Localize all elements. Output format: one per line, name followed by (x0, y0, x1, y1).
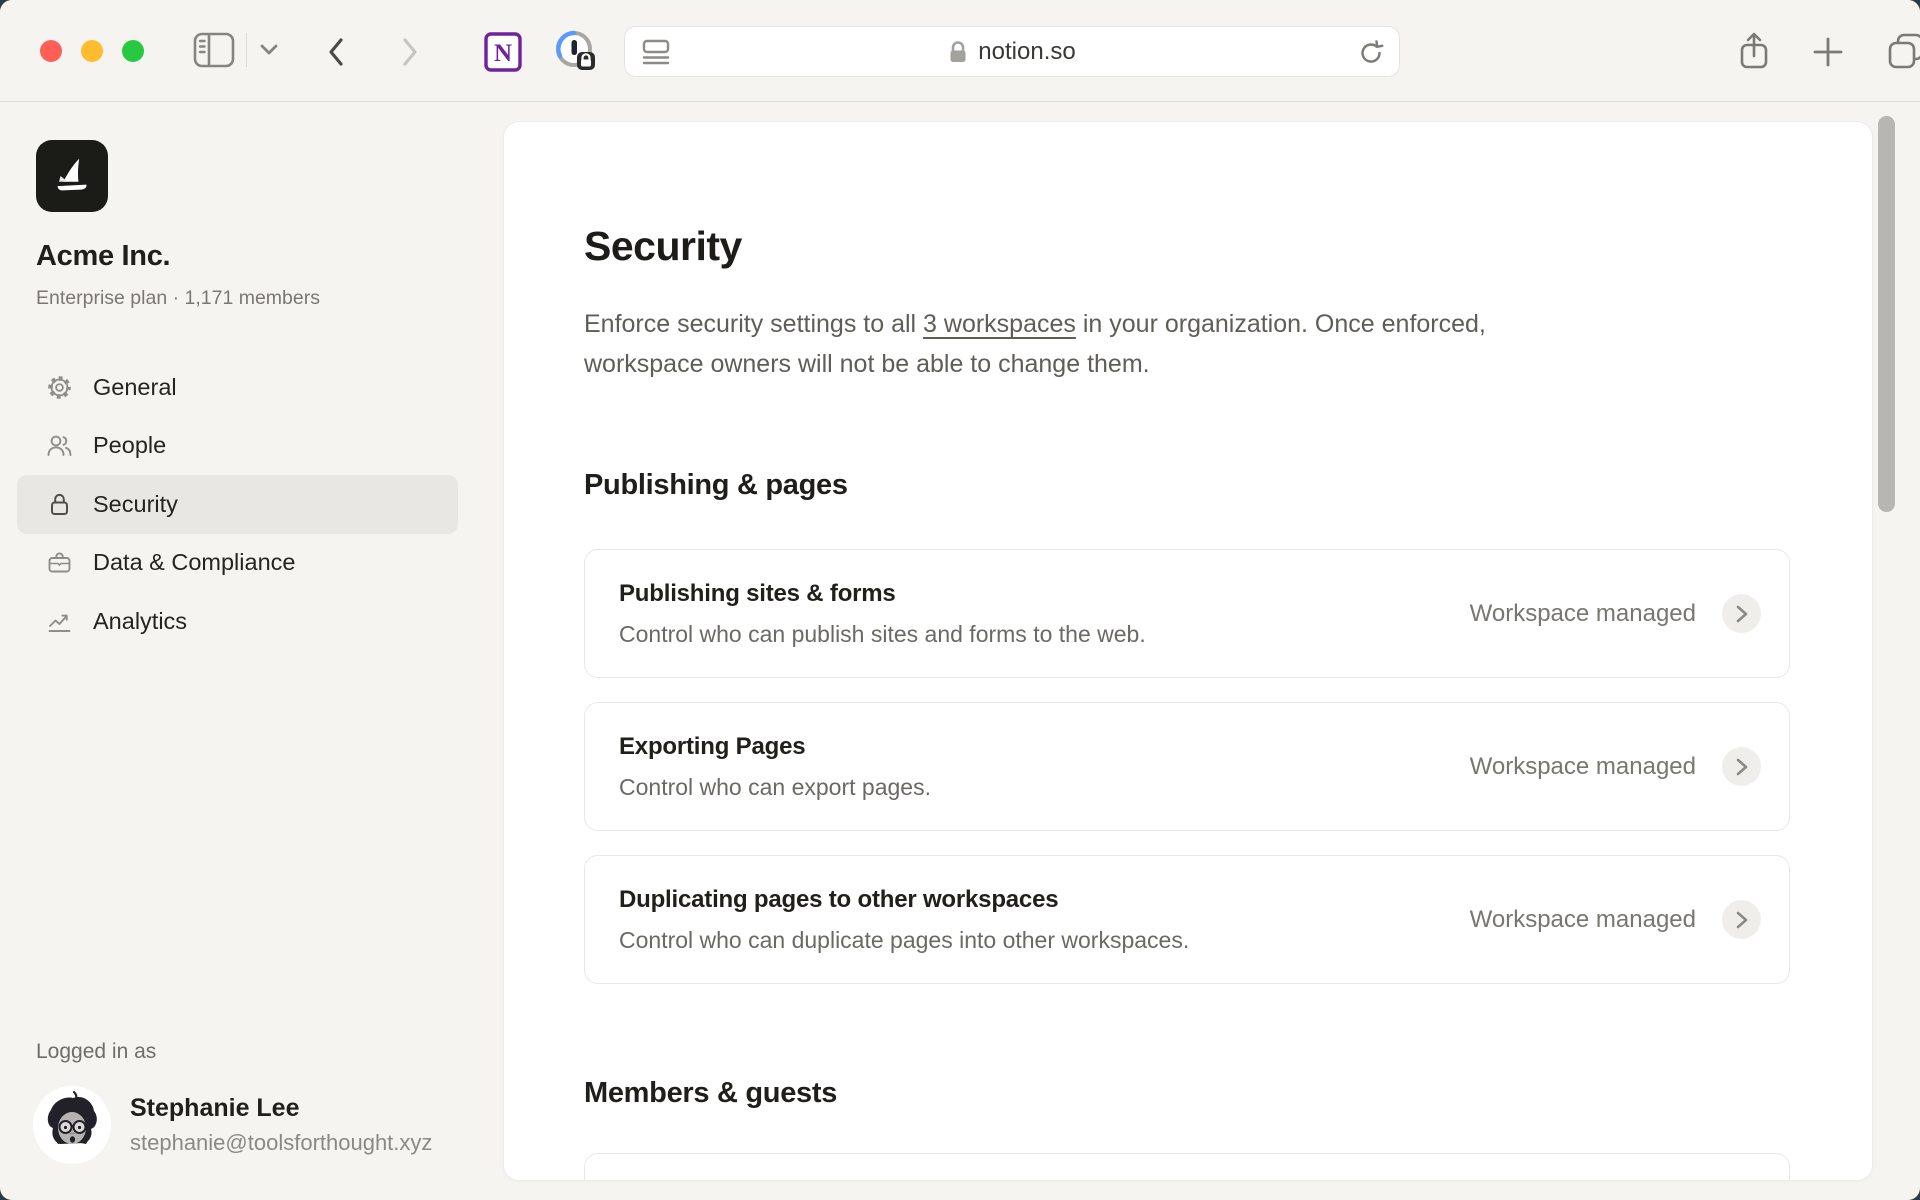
chevron-down-icon[interactable] (257, 42, 281, 58)
status-badge: Workspace managed (1470, 600, 1696, 628)
sidebar-item-label: Data & Compliance (93, 549, 295, 576)
org-plan-meta: Enterprise plan · 1,171 members (36, 287, 320, 310)
back-button[interactable] (322, 36, 352, 68)
onepassword-extension-icon[interactable] (553, 28, 599, 74)
safari-window: N (0, 0, 1920, 1200)
minimize-window-button[interactable] (81, 40, 103, 62)
toolbar-divider (246, 33, 247, 67)
user-avatar[interactable] (33, 1086, 111, 1164)
setting-card-partial[interactable] (584, 1153, 1790, 1181)
page-format-icon[interactable] (640, 37, 672, 67)
desktop-backdrop: N (0, 0, 1920, 1200)
share-icon[interactable] (1736, 30, 1772, 72)
section-heading-publishing: Publishing & pages (584, 468, 1790, 503)
page-title: Security (584, 222, 1790, 270)
org-logo[interactable] (36, 140, 108, 212)
sidebar-item-analytics[interactable]: Analytics (17, 592, 458, 651)
briefcase-icon (46, 549, 73, 576)
sidebar-item-label: Analytics (93, 608, 187, 635)
padlock-icon (948, 40, 968, 64)
address-bar[interactable]: notion.so (624, 26, 1400, 77)
card-title: Publishing sites & forms (619, 580, 1146, 608)
sidebar-item-data-compliance[interactable]: Data & Compliance (17, 534, 458, 593)
trend-chart-icon (46, 608, 73, 635)
forward-button[interactable] (394, 36, 424, 68)
chevron-right-button[interactable] (1722, 594, 1761, 633)
gear-icon (46, 374, 73, 401)
sailboat-icon (49, 153, 95, 199)
svg-text:N: N (494, 40, 512, 67)
sidebar-item-label: Security (93, 491, 178, 518)
sidebar-item-people[interactable]: People (17, 417, 458, 476)
sidebar-item-security[interactable]: Security (17, 475, 458, 534)
intro-text: Enforce security settings to all 3 works… (584, 304, 1529, 384)
settings-sidebar: Acme Inc. Enterprise plan · 1,171 member… (0, 102, 503, 1200)
sidebar-item-label: General (93, 374, 177, 401)
scrollbar-thumb[interactable] (1878, 116, 1895, 512)
status-badge: Workspace managed (1470, 753, 1696, 781)
reload-icon[interactable] (1357, 39, 1385, 67)
user-email: stephanie@toolsforthought.xyz (130, 1130, 432, 1156)
publishing-cards: Publishing sites & forms Control who can… (584, 549, 1790, 984)
notion-extension-icon[interactable]: N (482, 30, 524, 74)
lock-icon (46, 491, 73, 518)
browser-toolbar: N (0, 0, 1920, 102)
tab-overview-icon[interactable] (1886, 32, 1920, 70)
new-tab-icon[interactable] (1812, 36, 1844, 68)
sidebar-item-label: People (93, 432, 166, 459)
card-title: Exporting Pages (619, 733, 931, 761)
close-window-button[interactable] (40, 40, 62, 62)
card-description: Control who can export pages. (619, 774, 931, 801)
setting-card-exporting-pages[interactable]: Exporting Pages Control who can export p… (584, 702, 1790, 831)
zoom-window-button[interactable] (122, 40, 144, 62)
people-icon (46, 432, 73, 459)
setting-card-publishing-sites[interactable]: Publishing sites & forms Control who can… (584, 549, 1790, 678)
status-badge: Workspace managed (1470, 906, 1696, 934)
card-description: Control who can publish sites and forms … (619, 621, 1146, 648)
card-description: Control who can duplicate pages into oth… (619, 927, 1189, 954)
section-heading-members: Members & guests (584, 1076, 1790, 1111)
sidebar-item-general[interactable]: General (17, 358, 458, 417)
logged-in-as-label: Logged in as (36, 1040, 156, 1064)
card-title: Duplicating pages to other workspaces (619, 886, 1189, 914)
workspaces-link[interactable]: 3 workspaces (923, 310, 1076, 338)
chevron-right-button[interactable] (1722, 747, 1761, 786)
org-name: Acme Inc. (36, 240, 170, 273)
url-text[interactable]: notion.so (978, 38, 1075, 66)
sidebar-toggle-icon[interactable] (192, 30, 236, 70)
user-name: Stephanie Lee (130, 1094, 300, 1123)
setting-card-duplicating-pages[interactable]: Duplicating pages to other workspaces Co… (584, 855, 1790, 984)
security-settings-panel: Security Enforce security settings to al… (503, 121, 1873, 1181)
sidebar-nav: General People (17, 358, 458, 651)
chevron-right-button[interactable] (1722, 900, 1761, 939)
intro-before: Enforce security settings to all (584, 310, 923, 338)
